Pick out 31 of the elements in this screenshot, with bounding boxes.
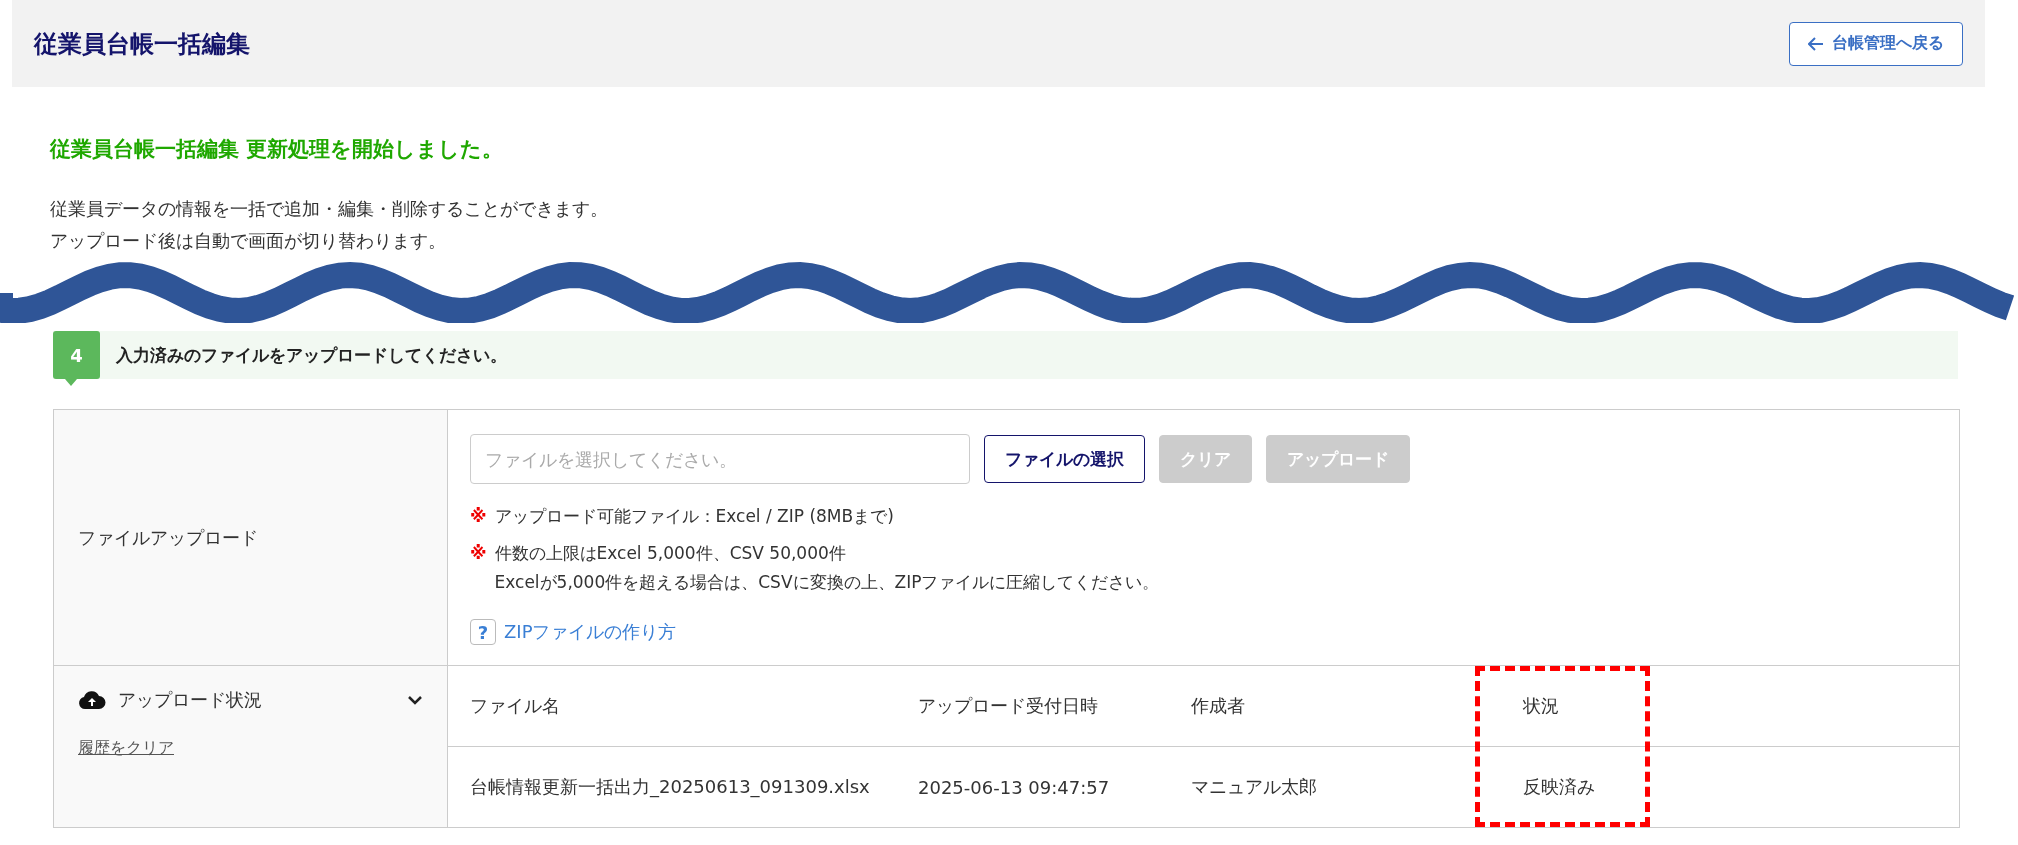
column-header: アップロード受付日時 — [918, 666, 1191, 747]
table-cell-text: 2025-06-13 09:47:57 — [918, 775, 1111, 800]
step-text: 入力済みのファイルをアップロードしてください。 — [116, 343, 507, 367]
back-button[interactable]: 台帳管理へ戻る — [1789, 21, 1963, 66]
table-cell-text: 反映済み — [1522, 775, 1596, 799]
help-link[interactable]: ZIPファイルの作り方 — [504, 620, 677, 644]
note-text: Excelが5,000件を超える場合は、CSVに変換の上、ZIPファイルに圧縮してください。 — [494, 571, 1160, 594]
step-number: 4 — [53, 331, 100, 379]
note-text: 件数の上限はExcel 5,000件、CSV 50,000件 — [494, 542, 847, 565]
success-message: 従業員台帳一括編集 更新処理を開始しました。 — [50, 136, 505, 163]
page-title: 従業員台帳一括編集 — [34, 28, 250, 60]
upload-label: ファイルアップロード — [78, 525, 259, 550]
arrow-left-icon — [1808, 36, 1824, 51]
cloud-upload-icon — [78, 690, 106, 710]
table-cell-text: 台帳情報更新一括出力_20250613_091309.xlsx — [469, 775, 871, 800]
table-cell-text: マニュアル太郎 — [1191, 775, 1318, 799]
description-text: 従業員データの情報を一括で追加・編集・削除することができます。 — [50, 197, 609, 221]
column-header: 作成者 — [1191, 666, 1475, 747]
chevron-down-icon[interactable] — [407, 695, 423, 705]
description-text: アップロード後は自動で画面が切り替わります。 — [50, 229, 447, 253]
action-button[interactable]: ファイルの選択 — [984, 435, 1145, 483]
file-input-field[interactable]: ファイルを選択してください。 — [470, 434, 970, 484]
status-label: アップロード状況 — [118, 688, 262, 712]
note-mark: ※ — [470, 505, 487, 528]
note-text: アップロード可能ファイル：Excel / ZIP (8MBまで) — [494, 505, 894, 528]
clear-history-link[interactable]: 履歴をクリア — [78, 738, 174, 759]
column-header: ファイル名 — [448, 666, 918, 747]
column-header: 状況 — [1475, 666, 1650, 747]
badge-pointer-icon — [65, 379, 77, 386]
note-mark: ※ — [470, 542, 487, 565]
help-icon: ? — [470, 619, 496, 645]
